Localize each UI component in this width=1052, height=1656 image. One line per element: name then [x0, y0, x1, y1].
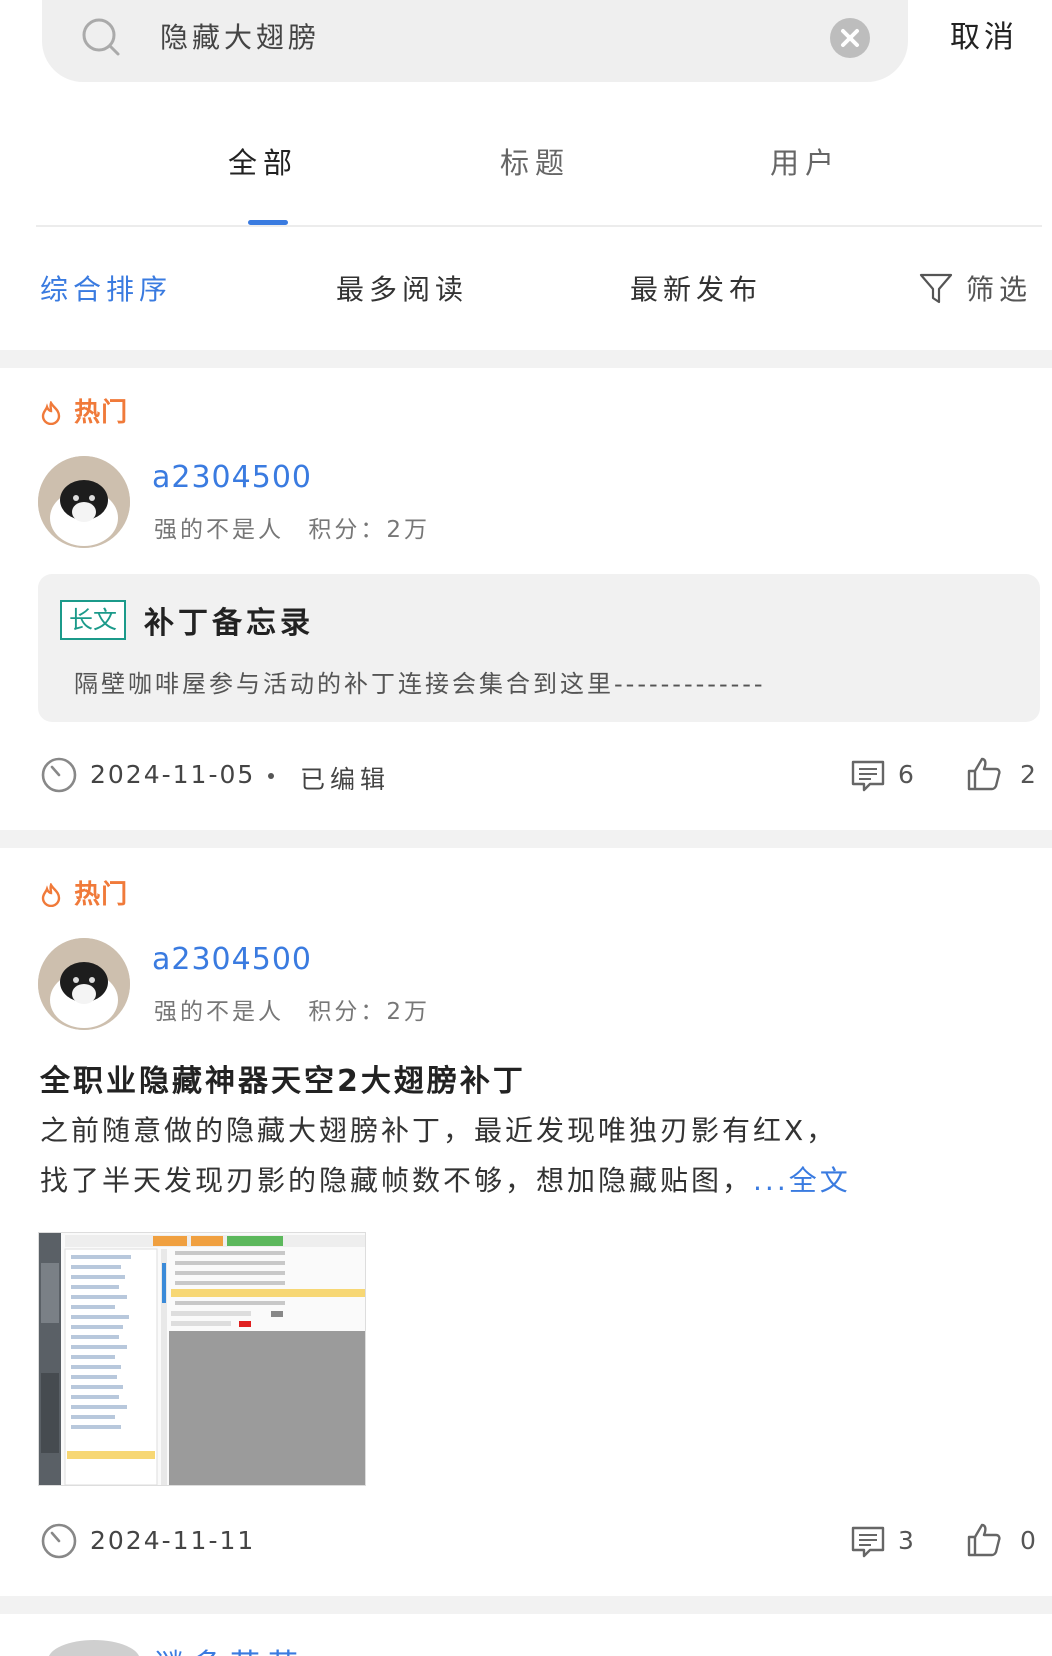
- avatar[interactable]: [48, 1640, 140, 1656]
- post-body-line: 之前随意做的隐藏大翅膀补丁，最近发现唯独刃影有红X，: [40, 1114, 838, 1147]
- tab-all[interactable]: 全部: [228, 140, 298, 182]
- post-date: 2024-11-11: [90, 1526, 256, 1555]
- thumbs-up-icon[interactable]: [966, 1522, 1002, 1558]
- comment-icon[interactable]: [850, 1524, 886, 1560]
- article-card[interactable]: 长文 补丁备忘录 隔壁咖啡屋参与活动的补丁连接会集合到这里-----------…: [38, 574, 1040, 722]
- username[interactable]: a2304500: [152, 460, 312, 495]
- avatar[interactable]: [38, 938, 130, 1030]
- post-body-line: 找了半天发现刃影的隐藏帧数不够，想加隐藏贴图，...全文: [40, 1164, 851, 1197]
- user-title: 强的不是人: [154, 999, 284, 1025]
- post-image[interactable]: [38, 1232, 366, 1486]
- clock-icon: [41, 757, 77, 793]
- search-input[interactable]: 隐藏大翅膀: [160, 16, 320, 56]
- avatar[interactable]: [38, 456, 130, 548]
- sort-most-read[interactable]: 最多阅读: [336, 268, 468, 308]
- section-divider: [0, 1596, 1052, 1614]
- tab-divider: [36, 225, 1042, 227]
- search-icon: [82, 18, 120, 56]
- read-more-link[interactable]: ...全文: [753, 1164, 851, 1197]
- post-date: 2024-11-05: [90, 760, 256, 789]
- article-title: 补丁备忘录: [144, 606, 314, 641]
- comment-count: 3: [898, 1526, 914, 1555]
- hot-label: 热门: [74, 880, 129, 910]
- cancel-button[interactable]: 取消: [950, 12, 1018, 56]
- section-divider: [0, 350, 1052, 368]
- tab-title[interactable]: 标题: [500, 140, 570, 182]
- post-body[interactable]: 之前随意做的隐藏大翅膀补丁，最近发现唯独刃影有红X， 找了半天发现刃影的隐藏帧数…: [40, 1106, 1020, 1206]
- sort-comprehensive[interactable]: 综合排序: [40, 268, 172, 308]
- post-title[interactable]: 全职业隐藏神器天空2大翅膀补丁: [40, 1056, 526, 1100]
- like-count: 2: [1020, 760, 1036, 789]
- long-article-badge: 长文: [60, 600, 126, 640]
- article-summary: 隔壁咖啡屋参与活动的补丁连接会集合到这里-------------: [74, 670, 766, 698]
- separator-dot: [268, 773, 274, 779]
- sort-newest[interactable]: 最新发布: [630, 268, 762, 308]
- clear-search-icon[interactable]: [830, 18, 870, 58]
- fire-icon: [41, 400, 61, 426]
- user-meta: 强的不是人 积分：2万: [154, 992, 430, 1026]
- comment-icon[interactable]: [850, 758, 886, 794]
- username[interactable]: 谜多芙芙: [154, 1640, 306, 1656]
- user-title: 强的不是人: [154, 517, 284, 543]
- tab-users[interactable]: 用户: [770, 140, 840, 182]
- username[interactable]: a2304500: [152, 942, 312, 977]
- filter-icon[interactable]: [918, 270, 954, 306]
- filter-button[interactable]: 筛选: [966, 268, 1032, 308]
- user-meta: 强的不是人 积分：2万: [154, 510, 430, 544]
- clock-icon: [41, 1523, 77, 1559]
- comment-count: 6: [898, 760, 914, 789]
- hot-label: 热门: [74, 398, 129, 428]
- user-points: 积分：2万: [308, 517, 430, 543]
- like-count: 0: [1020, 1526, 1036, 1555]
- hot-tag: 热门: [40, 392, 128, 429]
- hot-tag: 热门: [40, 874, 128, 911]
- user-points: 积分：2万: [308, 999, 430, 1025]
- fire-icon: [41, 882, 61, 908]
- search-results-page: { "search": { "query": "隐藏大翅膀", "cancel_…: [0, 0, 1052, 1656]
- thumbs-up-icon[interactable]: [966, 756, 1002, 792]
- section-divider: [0, 830, 1052, 848]
- edited-label: 已编辑: [300, 765, 391, 794]
